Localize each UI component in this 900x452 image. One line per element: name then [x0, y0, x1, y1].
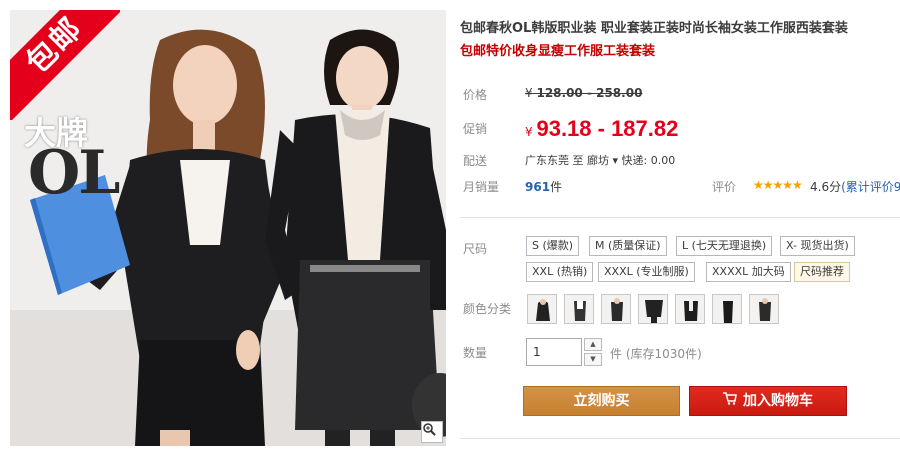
size-option-xxxxl[interactable]: XXXXL 加大码	[706, 262, 791, 282]
color-row: 颜色分类	[460, 294, 900, 328]
original-price: ¥ 128.00 - 258.00	[525, 86, 642, 100]
color-swatch[interactable]	[527, 294, 557, 324]
quantity-decrease-button[interactable]: ▼	[584, 353, 602, 366]
price-label: 价格	[463, 88, 488, 102]
promo-price-value: 93.18 - 187.82	[536, 116, 679, 141]
rating-link[interactable]: (累计评价97	[841, 180, 900, 194]
rating-stars-icon: ★★★★★	[753, 178, 803, 192]
stock-count: (库存1030件)	[625, 347, 702, 361]
buy-now-button[interactable]: 立刻购买	[523, 386, 680, 416]
color-swatch[interactable]	[712, 294, 742, 324]
cart-icon	[723, 387, 737, 415]
color-swatch[interactable]	[601, 294, 631, 324]
rating-score: 4.6分	[810, 180, 842, 194]
product-subtitle: 包邮特价收身显瘦工作服工装套装	[460, 44, 656, 59]
promo-label: 促销	[463, 122, 488, 136]
add-to-cart-button[interactable]: 加入购物车	[689, 386, 847, 416]
ribbon-text: 包邮	[10, 10, 120, 120]
size-row: 尺码 S (爆款) M (质量保证) L (七天无理退换) X- 现货出货) X…	[460, 236, 900, 286]
quantity-label: 数量	[463, 346, 488, 360]
brand-ol-text: OL	[28, 138, 120, 208]
shipping-info[interactable]: 广东东莞 至 廊坊 ▾ 快递: 0.00	[525, 152, 675, 168]
sales-label: 月销量	[463, 180, 500, 194]
rating-label: 评价	[712, 180, 737, 194]
rating-summary: 4.6分(累计评价97	[810, 178, 900, 195]
shipping-label: 配送	[463, 154, 488, 168]
color-swatch[interactable]	[749, 294, 779, 324]
divider	[460, 217, 900, 218]
sales-count: 961件	[525, 178, 562, 195]
free-shipping-ribbon: 包邮	[10, 10, 120, 120]
promo-price: ¥ 93.18 - 187.82	[525, 116, 678, 142]
add-to-cart-label: 加入购物车	[743, 393, 813, 409]
divider	[460, 438, 900, 439]
original-price-value: 128.00 - 258.00	[536, 86, 643, 100]
color-label: 颜色分类	[463, 302, 512, 316]
color-swatch[interactable]	[675, 294, 705, 324]
quantity-row: 数量 1 ▲ ▼ 件 (库存1030件)	[460, 338, 900, 368]
size-option-m[interactable]: M (质量保证)	[589, 236, 667, 256]
size-option-s[interactable]: S (爆款)	[526, 236, 580, 256]
currency-symbol: ¥	[525, 86, 533, 100]
quantity-unit: 件	[610, 347, 623, 361]
sales-number: 961	[525, 180, 551, 194]
currency-symbol: ¥	[525, 125, 533, 139]
zoom-icon[interactable]	[421, 421, 443, 443]
product-image[interactable]: 包邮 大牌 OL	[10, 10, 446, 446]
quantity-input[interactable]: 1	[526, 338, 582, 366]
stock-info: 件 (库存1030件)	[610, 345, 702, 362]
size-guide-button[interactable]: 尺码推荐	[794, 262, 850, 282]
size-option-xxxl[interactable]: XXXL (专业制服)	[598, 262, 695, 282]
size-option-xxl[interactable]: XXL (热销)	[526, 262, 594, 282]
color-swatch[interactable]	[638, 294, 668, 324]
size-option-l[interactable]: L (七天无理退换)	[676, 236, 773, 256]
product-title: 包邮春秋OL韩版职业装 职业套装正装时尚长袖女装工作服西装套装	[460, 21, 848, 36]
color-swatch[interactable]	[564, 294, 594, 324]
sales-unit: 件	[550, 180, 563, 194]
quantity-increase-button[interactable]: ▲	[584, 338, 602, 351]
size-label: 尺码	[463, 242, 488, 256]
size-option-xl[interactable]: X- 现货出货)	[780, 236, 855, 256]
